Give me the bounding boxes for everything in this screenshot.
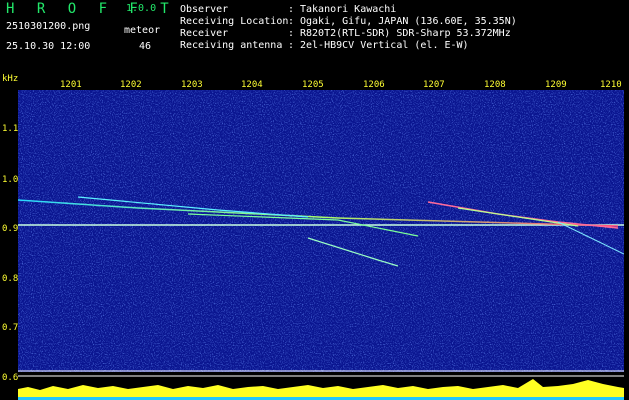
x-tick-1204: 1204 xyxy=(241,80,263,90)
x-tick-1208: 1208 xyxy=(484,80,506,90)
y-tick-1-0: 1.0 xyxy=(2,175,19,185)
y-tick-0-9: 0.9 xyxy=(2,224,19,234)
y-tick-0-6: 0.6 xyxy=(2,373,19,383)
x-tick-1202: 1202 xyxy=(120,80,142,90)
observer-value: Takanori Kawachi xyxy=(300,4,397,15)
x-tick-1207: 1207 xyxy=(423,80,445,90)
receiver-label: Receiver xyxy=(180,28,229,39)
meteor-count: 46 xyxy=(139,41,152,52)
x-tick-1201: 1201 xyxy=(60,80,82,90)
x-tick-1205: 1205 xyxy=(302,80,324,90)
x-tick-1209: 1209 xyxy=(545,80,567,90)
meteor-label: meteor xyxy=(124,25,161,36)
y-tick-0-7: 0.7 xyxy=(2,323,19,333)
spectrogram xyxy=(18,90,624,372)
y-unit-label: kHz xyxy=(2,74,19,84)
file-name: 2510301200.png xyxy=(6,21,91,32)
header-panel: H R O F F T 1.0.0 2510301200.png meteor … xyxy=(0,0,629,78)
receiver-colon: : xyxy=(288,28,295,39)
observer-label: Observer xyxy=(180,4,229,15)
antenna-value: 2el-HB9CV Vertical (el. E-W) xyxy=(300,40,469,51)
app-version: 1.0.0 xyxy=(126,3,157,14)
signal-level-strip xyxy=(18,372,624,400)
antenna-label: Receiving antenna xyxy=(180,40,283,51)
x-tick-1206: 1206 xyxy=(363,80,385,90)
spectrogram-noise xyxy=(18,90,624,372)
observer-colon: : xyxy=(288,4,295,15)
x-tick-1210: 1210 xyxy=(600,80,622,90)
location-label: Receiving Location xyxy=(180,16,289,27)
x-tick-1203: 1203 xyxy=(181,80,203,90)
y-tick-1-1: 1.1 xyxy=(2,124,19,134)
antenna-colon: : xyxy=(288,40,295,51)
file-datetime: 25.10.30 12:00 xyxy=(6,41,91,52)
location-colon: : xyxy=(288,16,295,27)
y-tick-0-8: 0.8 xyxy=(2,274,19,284)
receiver-value: R820T2(RTL-SDR) SDR-Sharp 53.372MHz xyxy=(300,28,511,39)
location-value: Ogaki, Gifu, JAPAN (136.60E, 35.35N) xyxy=(300,16,517,27)
